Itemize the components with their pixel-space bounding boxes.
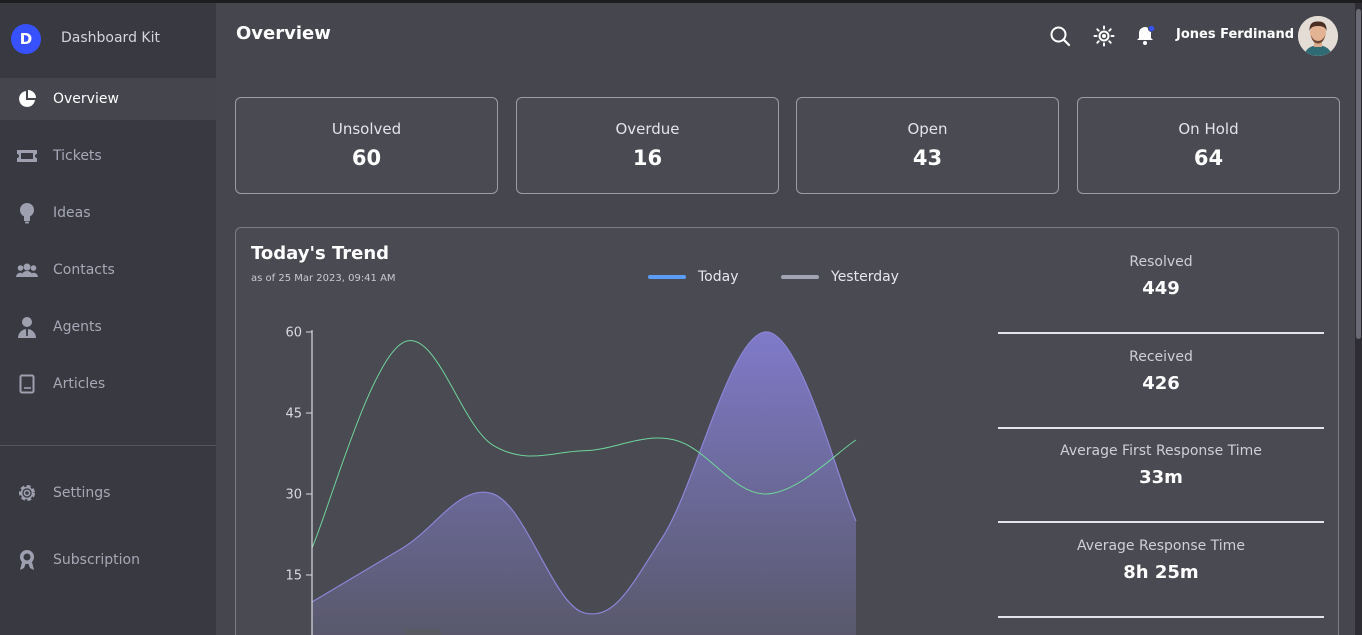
lightbulb-icon xyxy=(16,202,38,224)
sidebar-item-agents[interactable]: Agents xyxy=(0,306,216,348)
search-icon[interactable] xyxy=(1049,25,1071,47)
legend-label: Yesterday xyxy=(831,269,899,285)
dashboard-app: D Dashboard Kit Overview Tickets Ideas C… xyxy=(0,3,1362,635)
pie-chart-icon xyxy=(16,88,38,110)
brand-name[interactable]: Dashboard Kit xyxy=(61,30,160,46)
stat-label: Unsolved xyxy=(331,120,402,138)
stat-label: Open xyxy=(907,120,948,138)
metric-avg-response-time: Average Response Time 8h 25m xyxy=(998,526,1324,618)
metric-value: 449 xyxy=(1142,278,1180,299)
stat-value: 43 xyxy=(912,146,943,170)
stat-value: 64 xyxy=(1193,146,1224,170)
stat-card-on-hold[interactable]: On Hold 64 xyxy=(1077,97,1340,194)
sidebar-divider xyxy=(0,445,216,446)
book-icon xyxy=(16,373,38,395)
bell-icon[interactable] xyxy=(1135,24,1157,46)
sidebar-item-settings[interactable]: Settings xyxy=(0,472,216,514)
sidebar-item-label: Overview xyxy=(53,91,119,107)
scrollbar-thumb[interactable] xyxy=(1356,9,1361,339)
sidebar-item-label: Settings xyxy=(53,485,111,501)
sidebar-item-tickets[interactable]: Tickets xyxy=(0,135,216,177)
legend-item-today[interactable]: Today xyxy=(648,269,739,285)
sidebar-item-label: Ideas xyxy=(53,205,91,221)
metric-resolved: Resolved 449 xyxy=(998,242,1324,334)
sidebar-item-label: Subscription xyxy=(53,552,140,568)
stat-value: 16 xyxy=(632,146,663,170)
stat-label: On Hold xyxy=(1178,120,1239,138)
legend-item-yesterday[interactable]: Yesterday xyxy=(781,269,899,285)
sidebar-item-overview[interactable]: Overview xyxy=(0,78,216,120)
agent-icon xyxy=(16,316,38,338)
sidebar-item-articles[interactable]: Articles xyxy=(0,363,216,405)
sidebar-item-label: Articles xyxy=(53,376,106,392)
trend-subtitle: as of 25 Mar 2023, 09:41 AM xyxy=(251,273,396,284)
legend-swatch xyxy=(781,275,819,279)
avatar[interactable] xyxy=(1298,16,1338,56)
brand: D Dashboard Kit xyxy=(0,3,216,78)
sidebar-item-label: Contacts xyxy=(53,262,115,278)
metric-value: 426 xyxy=(1142,373,1180,394)
metric-label: Received xyxy=(1129,349,1193,365)
ticket-icon xyxy=(16,145,38,167)
trend-chart[interactable]: 15 30 45 60 xyxy=(266,310,906,635)
stat-card-overdue[interactable]: Overdue 16 xyxy=(516,97,779,194)
y-tick-label: 15 xyxy=(285,569,302,584)
metric-label: Average Response Time xyxy=(1077,538,1245,554)
horizontal-scrollbar-thumb[interactable] xyxy=(405,629,441,635)
series-area-0 xyxy=(312,331,856,635)
award-icon xyxy=(16,549,38,571)
sidebar-item-label: Tickets xyxy=(53,148,102,164)
trend-panel: Today's Trend as of 25 Mar 2023, 09:41 A… xyxy=(235,227,1339,635)
sidebar-item-contacts[interactable]: Contacts xyxy=(0,249,216,291)
page-title: Overview xyxy=(236,23,331,44)
sidebar-item-label: Agents xyxy=(53,319,102,335)
metric-received: Received 426 xyxy=(998,337,1324,429)
y-tick-label: 60 xyxy=(285,326,302,341)
metric-label: Resolved xyxy=(1129,254,1193,270)
stat-card-unsolved[interactable]: Unsolved 60 xyxy=(235,97,498,194)
y-tick-label: 30 xyxy=(285,488,302,503)
brand-logo[interactable]: D xyxy=(11,24,41,54)
sidebar-item-ideas[interactable]: Ideas xyxy=(0,192,216,234)
sidebar-item-subscription[interactable]: Subscription xyxy=(0,539,216,581)
metric-value: 33m xyxy=(1139,467,1183,488)
user-name[interactable]: Jones Ferdinand xyxy=(1176,27,1294,42)
trend-title: Today's Trend xyxy=(251,243,390,264)
y-tick-label: 45 xyxy=(285,407,302,422)
legend-label: Today xyxy=(698,269,739,285)
theme-toggle-icon[interactable] xyxy=(1093,25,1115,47)
metric-value: 8h 25m xyxy=(1123,562,1199,583)
metric-avg-first-response-time: Average First Response Time 33m xyxy=(998,431,1324,523)
stat-card-open[interactable]: Open 43 xyxy=(796,97,1059,194)
sidebar: D Dashboard Kit Overview Tickets Ideas C… xyxy=(0,3,216,635)
stat-value: 60 xyxy=(351,146,382,170)
metric-label: Average First Response Time xyxy=(1060,443,1262,459)
stat-label: Overdue xyxy=(615,120,680,138)
contacts-icon xyxy=(16,259,38,281)
gear-icon xyxy=(16,482,38,504)
legend-swatch xyxy=(648,275,686,279)
